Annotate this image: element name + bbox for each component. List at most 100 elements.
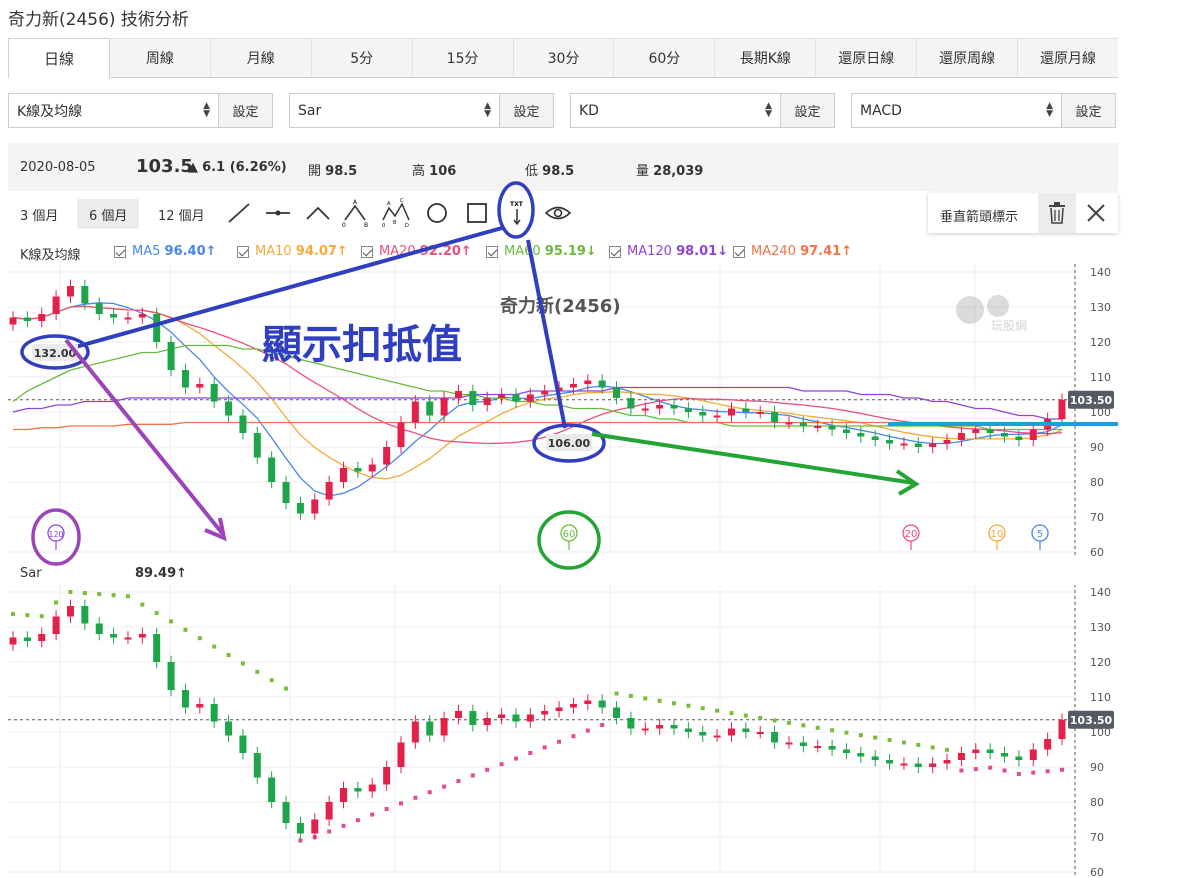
period-6m-button[interactable]: 6 個月 — [77, 199, 140, 229]
main-chart-select[interactable]: K線及均線 ▲ ▼ — [8, 93, 219, 128]
main-chart-select-value: K線及均線 — [17, 103, 83, 120]
tab-15min[interactable]: 15分 — [412, 38, 514, 77]
candle-body — [253, 433, 261, 458]
sar-dot — [715, 708, 720, 713]
candle-body — [957, 433, 965, 440]
candle-body — [656, 725, 664, 729]
quote-date: 2020-08-05 — [20, 160, 96, 175]
y-axis-tick-label: 90 — [1090, 441, 1104, 454]
sub-chart-1-select[interactable]: Sar ▲ ▼ — [289, 93, 500, 128]
line-tool-icon[interactable] — [224, 198, 254, 228]
close-icon[interactable] — [1086, 203, 1106, 223]
abc-pattern-tool-icon[interactable]: A 0 B — [341, 198, 371, 228]
candle-body — [526, 714, 534, 722]
tab-daily[interactable]: 日線 — [8, 38, 110, 79]
tab-30min[interactable]: 30分 — [513, 38, 615, 77]
wave-pattern-tool-icon[interactable]: A C 0 B D — [381, 198, 411, 228]
candle-body — [641, 408, 649, 411]
legend-ma20[interactable]: MA20 92.20↑ — [361, 244, 472, 259]
legend-ma120[interactable]: MA120 98.01↓ — [609, 244, 728, 259]
legend-ma10[interactable]: MA10 94.07↑ — [237, 244, 348, 259]
legend-main-label: K線及均線 — [20, 248, 81, 263]
main-chart-settings-button[interactable]: 設定 — [219, 93, 273, 128]
sub-chart-2-select[interactable]: KD ▲ ▼ — [570, 93, 781, 128]
candle-body — [943, 440, 951, 444]
sar-dot — [930, 745, 935, 750]
candle-body — [727, 408, 735, 416]
y-axis-tick-label: 130 — [1090, 301, 1111, 314]
tab-60min[interactable]: 60分 — [614, 38, 716, 77]
candle-body — [454, 711, 462, 718]
candle-body — [397, 422, 405, 447]
tab-weekly[interactable]: 周線 — [109, 38, 211, 77]
tab-adjusted-weekly[interactable]: 還原周線 — [917, 38, 1019, 77]
quote-high: 高 106 — [412, 164, 457, 179]
sar-dot — [25, 613, 30, 618]
tab-long-term[interactable]: 長期K線 — [715, 38, 817, 77]
legend-ma5[interactable]: MA5 96.40↑ — [114, 244, 217, 259]
legend-ma60[interactable]: MA60 95.19↓ — [486, 244, 597, 259]
y-axis-tick-label: 130 — [1090, 621, 1111, 634]
candle-body — [268, 777, 276, 802]
tab-monthly[interactable]: 月線 — [210, 38, 312, 77]
candle-body — [1029, 749, 1037, 760]
candle-body — [842, 749, 850, 753]
sub-chart-3-select[interactable]: MACD ▲ ▼ — [851, 93, 1062, 128]
indicator-selector-1: K線及均線 ▲ ▼ 設定 — [8, 93, 273, 128]
sub-chart-3-settings-button[interactable]: 設定 — [1062, 93, 1116, 128]
tab-adjusted-daily[interactable]: 還原日線 — [816, 38, 918, 77]
sub-chart-1-select-value: Sar — [298, 102, 322, 119]
candle-body — [110, 314, 118, 318]
checkbox-icon — [609, 245, 621, 258]
y-axis-tick-label: 120 — [1090, 656, 1111, 669]
svg-text:0: 0 — [382, 223, 385, 228]
period-12m-button[interactable]: 12 個月 — [146, 199, 217, 229]
candle-body — [9, 637, 17, 645]
circle-tool-icon[interactable] — [422, 198, 452, 228]
svg-text:D: D — [405, 223, 409, 228]
candle-body — [210, 704, 218, 722]
tab-adjusted-monthly[interactable]: 還原月線 — [1018, 38, 1118, 77]
angle-tool-icon[interactable] — [303, 198, 333, 228]
sar-dot — [499, 762, 504, 767]
sar-value: 89.49↑ — [135, 566, 188, 581]
tooltip-label: 垂直箭頭標示 — [940, 210, 1019, 225]
candle-body — [124, 637, 132, 640]
quote-change-value: 6.1 (6.26%) — [202, 160, 287, 175]
quote-low: 低 98.5 — [525, 164, 575, 179]
candle-body — [512, 714, 520, 722]
delete-button[interactable] — [1038, 193, 1076, 233]
sub-chart-2-settings-button[interactable]: 設定 — [781, 93, 835, 128]
sub-chart-1-settings-button[interactable]: 設定 — [500, 93, 554, 128]
horizontal-line-tool-icon[interactable] — [263, 198, 293, 228]
period-3m-button[interactable]: 3 個月 — [8, 199, 70, 229]
sar-chart[interactable]: 14013012011010090807060103.50 — [0, 585, 1184, 878]
sar-dot — [786, 720, 791, 725]
sar-dot — [729, 711, 734, 716]
candle-body — [842, 429, 850, 433]
candle-body — [66, 286, 74, 297]
legend-ma240[interactable]: MA240 97.41↑ — [733, 244, 852, 259]
sar-dot — [39, 614, 44, 619]
sar-dot — [384, 807, 389, 811]
sar-dot — [183, 627, 188, 632]
sar-dot — [528, 751, 533, 755]
eye-icon[interactable] — [543, 198, 573, 228]
candle-body — [900, 443, 908, 446]
main-price-chart[interactable]: 14013012011010090807060103.50 — [0, 262, 1184, 562]
sar-dot — [327, 829, 332, 834]
candle-body — [296, 503, 304, 514]
candle-body — [38, 314, 46, 321]
sar-dot — [68, 590, 73, 594]
y-axis-tick-label: 90 — [1090, 761, 1104, 774]
checkbox-icon — [361, 245, 373, 258]
text-arrow-tool-icon[interactable]: TXT — [502, 198, 532, 228]
rectangle-tool-icon[interactable] — [462, 198, 492, 228]
candle-body — [1029, 429, 1037, 440]
y-axis-tick-label: 110 — [1090, 691, 1111, 704]
candle-body — [124, 317, 132, 320]
sar-dot — [916, 742, 921, 747]
sar-dot — [226, 653, 231, 657]
tab-5min[interactable]: 5分 — [311, 38, 413, 77]
candle-body — [569, 384, 577, 388]
